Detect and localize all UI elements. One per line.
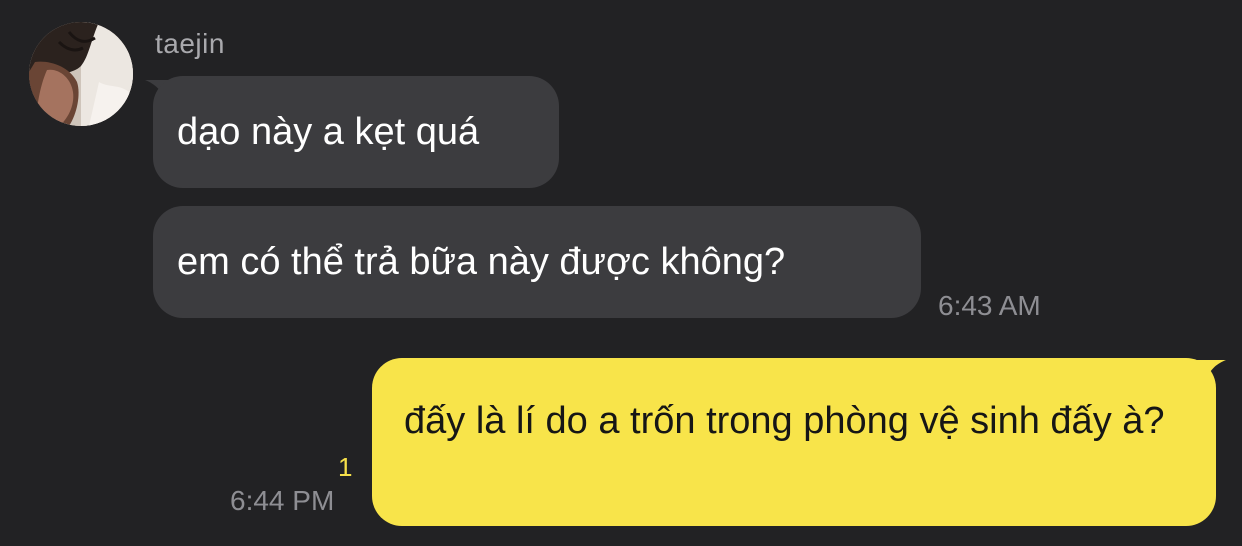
- incoming-message-bubble[interactable]: dạo này a kẹt quá: [153, 76, 559, 188]
- message-text: dạo này a kẹt quá: [177, 111, 480, 153]
- outgoing-timestamp: 6:44 PM: [230, 485, 335, 516]
- unread-count-badge: 1: [338, 452, 353, 482]
- sender-avatar[interactable]: [29, 22, 133, 126]
- profile-photo-icon: [29, 22, 133, 126]
- sender-name: taejin: [155, 28, 225, 59]
- outgoing-message-bubble[interactable]: đấy là lí do a trốn trong phòng vệ sinh …: [372, 358, 1216, 526]
- incoming-message-bubble[interactable]: em có thể trả bữa này được không?: [153, 206, 921, 318]
- message-text: đấy là lí do a trốn trong phòng vệ sinh …: [404, 400, 1165, 442]
- message-text: em có thể trả bữa này được không?: [177, 241, 786, 283]
- incoming-timestamp: 6:43 AM: [938, 290, 1041, 321]
